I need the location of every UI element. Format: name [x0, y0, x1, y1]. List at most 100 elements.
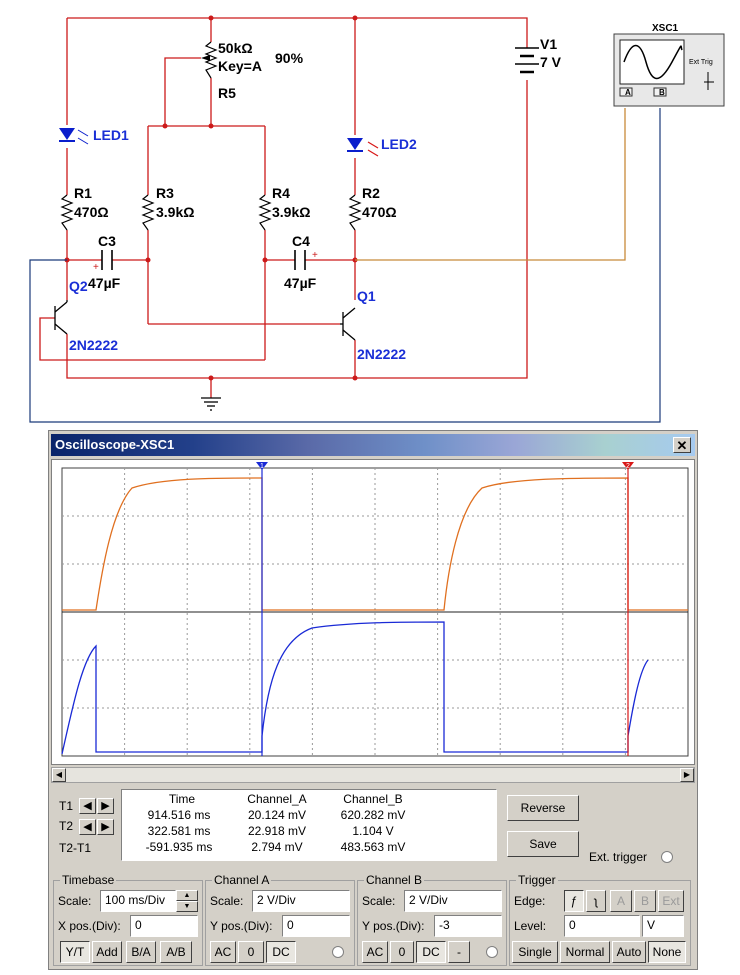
channel-a-radio[interactable] [332, 946, 344, 958]
readout-delta-a: 2.794 mV [251, 840, 303, 854]
channel-b-ypos-field[interactable]: -3 [434, 915, 502, 937]
r5-wiper-arrow [201, 55, 210, 61]
channel-b-dc-button[interactable]: DC [416, 941, 446, 963]
trigger-source-b-button[interactable]: B [634, 890, 656, 912]
save-button[interactable]: Save [507, 831, 579, 857]
trigger-source-ext-button[interactable]: Ext [658, 890, 684, 912]
channel-b-ypos-label: Y pos.(Div): [362, 919, 425, 933]
channel-b-scale-label: Scale: [362, 894, 396, 908]
channel-a-ypos-label: Y pos.(Div): [210, 919, 273, 933]
horizontal-scrollbar[interactable]: ◀ ▶ [51, 767, 695, 783]
channel-a-scale-field[interactable]: 2 V/Div [252, 890, 350, 912]
v1-name: V1 [540, 36, 557, 52]
readout-delta-b: 483.563 mV [340, 840, 406, 854]
r1-value: 470Ω [74, 204, 109, 220]
channel-b-invert-button[interactable]: - [448, 941, 470, 963]
trigger-title: Trigger [516, 873, 558, 887]
t2-t1-row-label: T2-T1 [59, 841, 92, 855]
falling-edge-button[interactable]: ʅ [586, 890, 606, 912]
reverse-button[interactable]: Reverse [507, 795, 579, 821]
trigger-level-unit[interactable]: V [642, 915, 684, 937]
timebase-scale-up-icon[interactable]: ▲ [176, 890, 198, 901]
r2-symbol [348, 194, 362, 231]
readout-t2-b: 1.104 V [352, 824, 394, 838]
trigger-group: Trigger Edge: ƒ ʅ A B Ext Level: 0 V Sin… [509, 873, 691, 966]
close-button[interactable]: ✕ [673, 437, 691, 453]
xsc1-label: XSC1 [652, 23, 679, 34]
c4-name: C4 [292, 233, 310, 249]
trigger-level-label: Level: [514, 919, 547, 933]
trigger-normal-button[interactable]: Normal [560, 941, 610, 963]
trigger-none-button[interactable]: None [648, 941, 686, 963]
t1-row-label: T1 [59, 799, 74, 813]
ext-trigger-radio[interactable] [661, 851, 673, 863]
trigger-auto-button[interactable]: Auto [612, 941, 646, 963]
timebase-scale-field[interactable]: 100 ms/Div [100, 890, 176, 912]
r2-value: 470Ω [362, 204, 397, 220]
led1-icon [59, 128, 89, 145]
readout-header-time: Time [168, 792, 196, 806]
channel-a-title: Channel A [212, 873, 272, 887]
channel-b-radio[interactable] [486, 946, 498, 958]
window-title-bar[interactable]: Oscilloscope-XSC1 ✕ [51, 434, 695, 456]
readout-t1-b: 620.282 mV [340, 808, 406, 822]
r4-name: R4 [272, 185, 290, 201]
timebase-title: Timebase [60, 873, 117, 887]
r5-value: 50kΩ [218, 40, 253, 56]
trigger-level-field[interactable]: 0 [564, 915, 640, 937]
trigger-single-button[interactable]: Single [512, 941, 558, 963]
c3-plus: + [93, 262, 99, 273]
q2-name: Q2 [69, 278, 88, 294]
oscilloscope-instrument[interactable]: A B [613, 33, 725, 107]
channel-a-group: Channel A Scale: 2 V/Div Y pos.(Div): 0 … [205, 873, 355, 966]
t1-right-button[interactable]: ▶ [97, 798, 114, 814]
xpos-field[interactable]: 0 [130, 915, 198, 937]
rising-edge-button[interactable]: ƒ [564, 890, 584, 912]
channel-a-ac-button[interactable]: AC [210, 941, 236, 963]
r4-symbol [258, 194, 272, 231]
channel-b-title: Channel B [364, 873, 425, 887]
battery-icon [515, 47, 539, 74]
channel-b-scale-field[interactable]: 2 V/Div [404, 890, 502, 912]
readout-header-channel-b: Channel_B [343, 792, 403, 806]
t2-row-label: T2 [59, 819, 74, 833]
cursor-readout-table: Time Channel_A Channel_B 914.516 ms 20.1… [121, 789, 497, 861]
channel-b-group: Channel B Scale: 2 V/Div Y pos.(Div): -3… [357, 873, 507, 966]
mode-ab-button[interactable]: A/B [160, 941, 192, 963]
readout-t1-a: 20.124 mV [247, 808, 307, 822]
t1-left-button[interactable]: ◀ [79, 798, 96, 814]
trigger-source-a-button[interactable]: A [610, 890, 632, 912]
channel-a-zero-button[interactable]: 0 [238, 941, 264, 963]
scroll-right-icon[interactable]: ▶ [680, 768, 694, 782]
channel-a-ypos-field[interactable]: 0 [282, 915, 350, 937]
scroll-left-icon[interactable]: ◀ [52, 768, 66, 782]
mode-ba-button[interactable]: B/A [126, 941, 156, 963]
timebase-scale-down-icon[interactable]: ▼ [176, 901, 198, 912]
r4-value: 3.9kΩ [272, 204, 310, 220]
c4-plus: + [312, 250, 318, 261]
readout-t2-a: 22.918 mV [247, 824, 307, 838]
timebase-scale-label: Scale: [58, 894, 92, 908]
channel-a-scale-label: Scale: [210, 894, 244, 908]
v1-value: 7 V [540, 54, 562, 70]
t2-left-button[interactable]: ◀ [79, 819, 96, 835]
scope-screen: 1 2 [61, 462, 689, 757]
r5-key: Key=A [218, 58, 262, 74]
junction-dots [64, 15, 358, 381]
channel-a-dc-button[interactable]: DC [266, 941, 296, 963]
channel-b-ac-button[interactable]: AC [362, 941, 388, 963]
led2-label: LED2 [381, 136, 417, 152]
c3-value: 47µF [88, 275, 121, 291]
ext-trigger-label: Ext. trigger [589, 850, 648, 864]
svg-text:2: 2 [626, 463, 630, 470]
r5-percent: 90% [275, 50, 304, 66]
t2-right-button[interactable]: ▶ [97, 819, 114, 835]
r3-value: 3.9kΩ [156, 204, 194, 220]
oscilloscope-window: Oscilloscope-XSC1 ✕ 1 2 ◀ ▶ T1 ◀ ▶ T2 ◀ … [48, 430, 698, 970]
r3-symbol [141, 194, 155, 231]
channel-b-zero-button[interactable]: 0 [390, 941, 414, 963]
mode-add-button[interactable]: Add [92, 941, 122, 963]
svg-text:B: B [659, 88, 665, 97]
mode-yt-button[interactable]: Y/T [60, 941, 90, 963]
c4-value: 47µF [284, 275, 317, 291]
